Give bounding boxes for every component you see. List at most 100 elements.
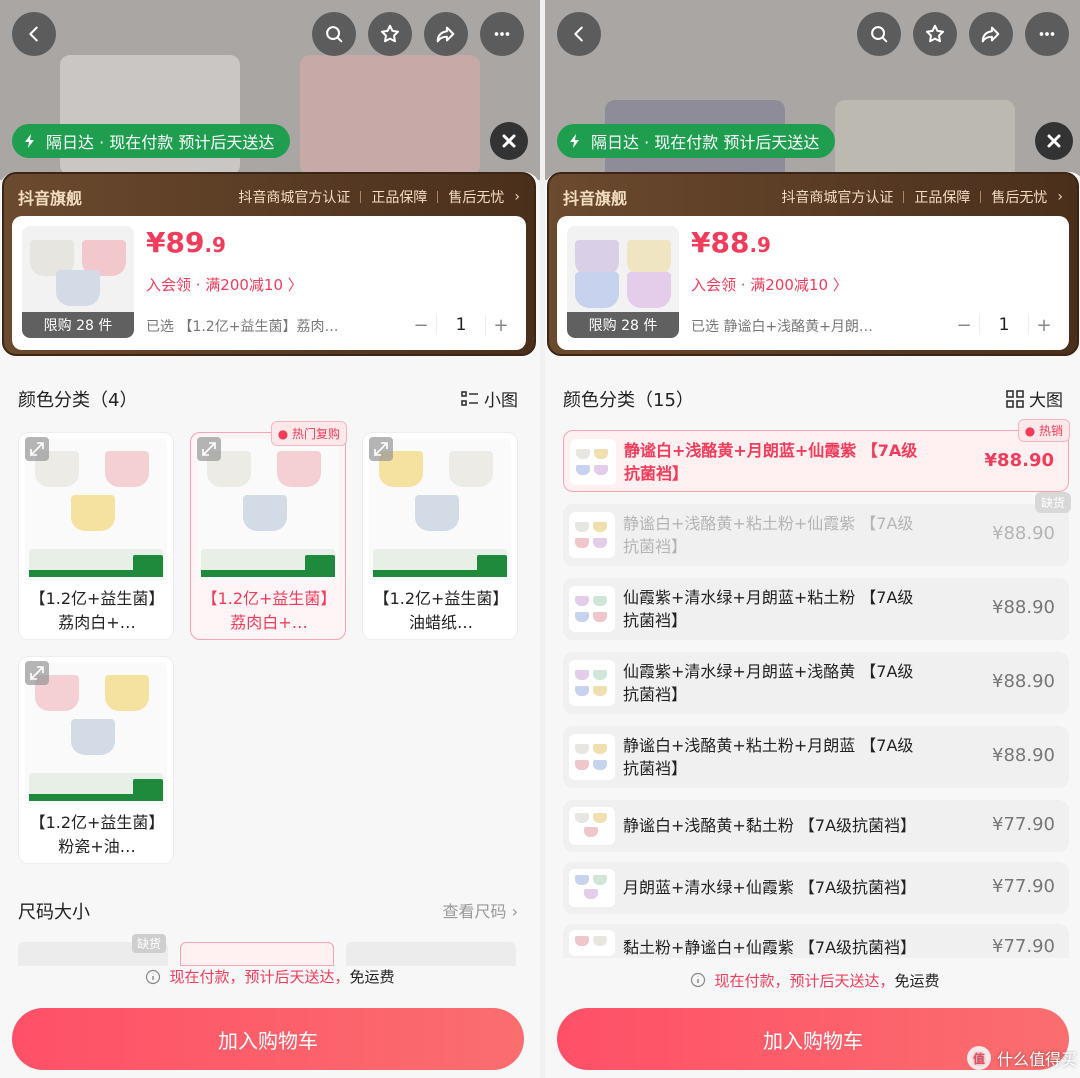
color-option-thumbnail [569, 512, 615, 558]
notice-free-shipping: 免运费 [894, 971, 940, 990]
out-of-stock-tag: 缺货 [132, 934, 167, 953]
shipping-notice: 现在付款，预计后天送达，免运费 [545, 960, 1080, 1000]
decrease-button[interactable]: − [949, 310, 979, 340]
coupon-link[interactable]: 入会领 · 满200减10 〉 [691, 274, 848, 295]
color-option-name: 静谧白+浅酪黄+粘土粉+月朗蓝 【7A级抗菌裆】 [623, 736, 914, 778]
color-option-name: 静谧白+浅酪黄+黏土粉 【7A级抗菌裆】 [623, 816, 917, 835]
lightning-icon [570, 134, 579, 148]
size-chart-link[interactable]: 查看尺码 › [443, 898, 519, 922]
chevron-right-icon: › [514, 189, 520, 205]
color-option-price: ¥88.90 [992, 597, 1055, 618]
more-button[interactable] [1025, 12, 1069, 56]
left-panel: 隔日达 · 现在付款 预计后天送达 抖音旗舰 抖音商城官方认证 正品保障 售后无… [0, 0, 540, 1078]
color-option-thumbnail [570, 439, 616, 485]
purchase-limit-tag: 限购 28 件 [567, 312, 679, 338]
price: ¥88.9 [691, 226, 771, 259]
back-button[interactable] [12, 12, 56, 56]
color-option-thumbnail [569, 930, 615, 956]
color-list-item-selected[interactable]: 静谧白+浅酪黄+月朗蓝+仙霞紫 【7A级抗菌裆】 ¥88.90 ● 热销 [563, 419, 1070, 492]
increase-button[interactable]: + [486, 310, 516, 340]
price: ¥89.9 [146, 226, 226, 259]
quantity-value[interactable]: 1 [979, 315, 1029, 335]
badge-authentic: 正品保障 [914, 190, 971, 206]
coupon-link[interactable]: 入会领 · 满200减10 〉 [146, 274, 303, 295]
grid-view-icon [1006, 389, 1024, 408]
quantity-stepper: − 1 + [949, 310, 1059, 340]
size-section-title: 尺码大小 [18, 902, 90, 923]
size-option-selected[interactable] [180, 942, 334, 966]
brand-card: 抖音旗舰 抖音商城官方认证 正品保障 售后无忧 › 限购 28 件 ¥88.9 [547, 172, 1079, 356]
color-option-name: 仙霞紫+清水绿+月朗蓝+浅酪黄 【7A级抗菌裆】 [623, 662, 914, 704]
view-toggle-label: 大图 [1029, 391, 1063, 411]
share-icon [436, 26, 455, 43]
product-photo-item [300, 55, 480, 175]
back-button[interactable] [557, 12, 601, 56]
view-toggle-button[interactable]: 小图 [461, 386, 518, 411]
bestseller-badge: ● 热销 [1017, 419, 1070, 442]
expand-icon[interactable] [25, 661, 49, 685]
expand-icon[interactable] [197, 437, 221, 461]
out-of-stock-badge: 缺货 [1034, 492, 1071, 513]
share-button[interactable] [424, 12, 468, 56]
delivery-text: 隔日达 · 现在付款 预计后天送达 [46, 133, 275, 152]
color-option-card[interactable]: 【1.2亿+益生菌】粉瓷+油… [18, 656, 174, 864]
brand-badges: 抖音商城官方认证 正品保障 售后无忧 › [781, 187, 1063, 207]
list-view-icon [461, 390, 478, 406]
badge-aftersale: 售后无忧 [991, 190, 1048, 206]
color-section-title: 颜色分类（15） [563, 390, 694, 411]
color-list-item[interactable]: 静谧白+浅酪黄+黏土粉 【7A级抗菌裆】 ¥77.90 [563, 800, 1069, 852]
star-icon [925, 24, 945, 43]
decrease-button[interactable]: − [406, 310, 436, 340]
color-option-card[interactable]: 【1.2亿+益生菌】油蜡纸… [362, 432, 518, 640]
notice-free-shipping: 免运费 [349, 968, 395, 986]
expand-icon[interactable] [25, 437, 49, 461]
expand-icon[interactable] [369, 437, 393, 461]
close-button[interactable] [1035, 122, 1073, 160]
color-option-card[interactable]: 【1.2亿+益生菌】荔肉白+… [18, 432, 174, 640]
increase-button[interactable]: + [1029, 310, 1059, 340]
selected-variant: 已选 静谧白+浅酪黄+月朗… [691, 319, 873, 335]
color-list-item[interactable]: 仙霞紫+清水绿+月朗蓝+浅酪黄 【7A级抗菌裆】 ¥88.90 [563, 652, 1069, 714]
product-thumbnail[interactable]: 限购 28 件 [567, 226, 679, 338]
color-option-thumbnail [569, 734, 615, 780]
shipping-notice: 现在付款，预计后天送达，免运费 [0, 966, 540, 987]
search-button[interactable] [857, 12, 901, 56]
quantity-value[interactable]: 1 [436, 315, 486, 335]
color-list-item[interactable]: 月朗蓝+清水绿+仙霞紫 【7A级抗菌裆】 ¥77.90 [563, 862, 1069, 914]
color-option-price: ¥77.90 [992, 876, 1055, 897]
view-toggle-label: 小图 [484, 391, 518, 411]
color-option-card-selected[interactable]: ● 热门复购 【1.2亿+益生菌】荔肉白+… [190, 421, 347, 640]
search-button[interactable] [312, 12, 356, 56]
delivery-text: 隔日达 · 现在付款 预计后天送达 [591, 133, 820, 152]
badge-authentic: 正品保障 [371, 190, 428, 206]
close-icon [1047, 134, 1061, 148]
view-toggle-button[interactable]: 大图 [1006, 386, 1063, 411]
selected-variant: 已选 【1.2亿+益生菌】荔肉… [146, 319, 339, 335]
color-option-price: ¥88.90 [992, 671, 1055, 692]
brand-name: 抖音旗舰 [18, 189, 83, 208]
color-list-item[interactable]: 静谧白+浅酪黄+粘土粉+月朗蓝 【7A级抗菌裆】 ¥88.90 [563, 726, 1069, 788]
share-button[interactable] [969, 12, 1013, 56]
product-thumbnail[interactable]: 限购 28 件 [22, 226, 134, 338]
close-button[interactable] [490, 122, 528, 160]
favorite-button[interactable] [913, 12, 957, 56]
share-icon [981, 26, 1000, 43]
color-option-price: ¥88.90 [984, 450, 1054, 471]
color-option-price: ¥88.90 [992, 745, 1055, 766]
watermark: 值 什么值得买 [966, 1046, 1077, 1070]
info-icon [146, 969, 161, 984]
add-to-cart-button[interactable]: 加入购物车 [12, 1008, 524, 1070]
price-main: ¥89 [146, 226, 205, 259]
more-dots-icon [1039, 32, 1055, 36]
delivery-pill: 隔日达 · 现在付款 预计后天送达 [557, 124, 836, 158]
favorite-button[interactable] [368, 12, 412, 56]
lightning-icon [25, 134, 34, 148]
right-panel: 隔日达 · 现在付款 预计后天送达 抖音旗舰 抖音商城官方认证 正品保障 售后无… [545, 0, 1080, 1078]
more-button[interactable] [480, 12, 524, 56]
watermark-text: 什么值得买 [996, 1050, 1077, 1069]
brand-name: 抖音旗舰 [563, 189, 628, 208]
badge-aftersale: 售后无忧 [448, 190, 505, 206]
size-option[interactable] [346, 942, 516, 966]
color-list-item[interactable]: 仙霞紫+清水绿+月朗蓝+粘土粉 【7A级抗菌裆】 ¥88.90 [563, 578, 1069, 640]
color-list-item[interactable]: 黏土粉+静谧白+仙霞紫 【7A级抗菌裆】 ¥77.90 [563, 924, 1069, 958]
